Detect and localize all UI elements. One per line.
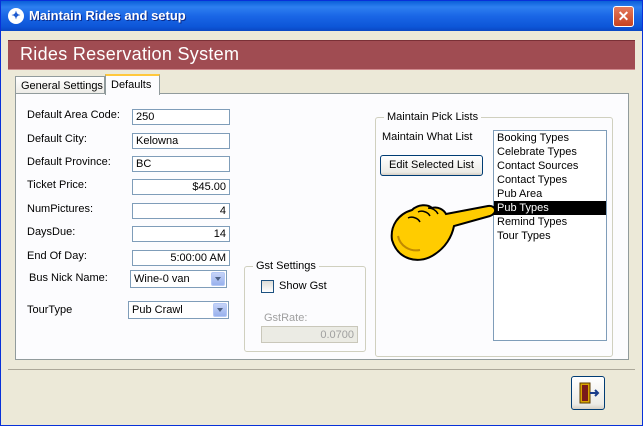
ticket-price-label: Ticket Price: [27,179,88,191]
gst-settings-title: Gst Settings [253,260,319,272]
edit-selected-list-button[interactable]: Edit Selected List [380,155,483,176]
header-banner: Rides Reservation System [8,40,635,70]
tour-type-label: TourType [27,304,73,316]
window-title: Maintain Rides and setup [29,8,186,23]
bus-nick-name-value: Wine-0 van [134,273,190,285]
chevron-down-icon[interactable] [211,272,225,286]
list-item-selected[interactable]: Pub Types [494,201,606,215]
tour-type-select[interactable]: Pub Crawl [128,301,229,319]
list-item[interactable]: Booking Types [494,131,606,145]
exit-button[interactable] [571,376,605,410]
end-of-day-input[interactable]: 5:00:00 AM [132,250,230,266]
area-code-input[interactable]: 250 [132,109,230,125]
chevron-down-icon[interactable] [213,303,227,317]
defaults-panel: Default Area Code: 250 Default City: Kel… [15,93,629,360]
list-item[interactable]: Remind Types [494,215,606,229]
tab-defaults[interactable]: Defaults [105,74,160,95]
area-code-label: Default Area Code: [27,109,120,121]
banner-title: Rides Reservation System [20,44,240,64]
gst-settings-group: Gst Settings Show Gst GstRate: 0.0700 [244,260,366,352]
days-due-label: DaysDue: [27,226,76,238]
bus-nick-name-label: Bus Nick Name: [29,272,108,284]
what-list-label: Maintain What List [382,131,473,143]
list-item[interactable]: Tour Types [494,229,606,243]
list-item[interactable]: Contact Sources [494,159,606,173]
list-item[interactable]: Pub Area [494,187,606,201]
gst-rate-label: GstRate: [264,312,308,324]
tab-general-settings[interactable]: General Settings [15,76,105,94]
end-of-day-label: End Of Day: [27,250,87,262]
days-due-input[interactable]: 14 [132,226,230,242]
bus-nick-name-select[interactable]: Wine-0 van [130,270,227,288]
show-gst-label: Show Gst [279,280,327,292]
close-button[interactable]: ✕ [613,6,634,27]
main-window: ✦ Maintain Rides and setup ✕ Rides Reser… [0,0,643,426]
pick-lists-title: Maintain Pick Lists [384,111,482,123]
list-item[interactable]: Celebrate Types [494,145,606,159]
ticket-price-input[interactable]: $45.00 [132,179,230,195]
province-input[interactable]: BC [132,156,230,172]
province-label: Default Province: [27,156,111,168]
bottom-bar [8,369,635,419]
pointing-hand-icon [390,204,496,261]
num-pictures-input[interactable]: 4 [132,203,230,219]
city-label: Default City: [27,133,87,145]
gst-rate-input: 0.0700 [261,326,358,343]
show-gst-checkbox[interactable] [261,280,274,293]
title-bar[interactable]: ✦ Maintain Rides and setup ✕ [1,1,642,31]
app-icon: ✦ [8,8,24,24]
exit-door-icon [579,382,600,404]
pick-list-listbox[interactable]: Booking Types Celebrate Types Contact So… [493,130,607,341]
num-pictures-label: NumPictures: [27,203,94,215]
city-input[interactable]: Kelowna [132,133,230,149]
tour-type-value: Pub Crawl [132,304,183,316]
list-item[interactable]: Contact Types [494,173,606,187]
